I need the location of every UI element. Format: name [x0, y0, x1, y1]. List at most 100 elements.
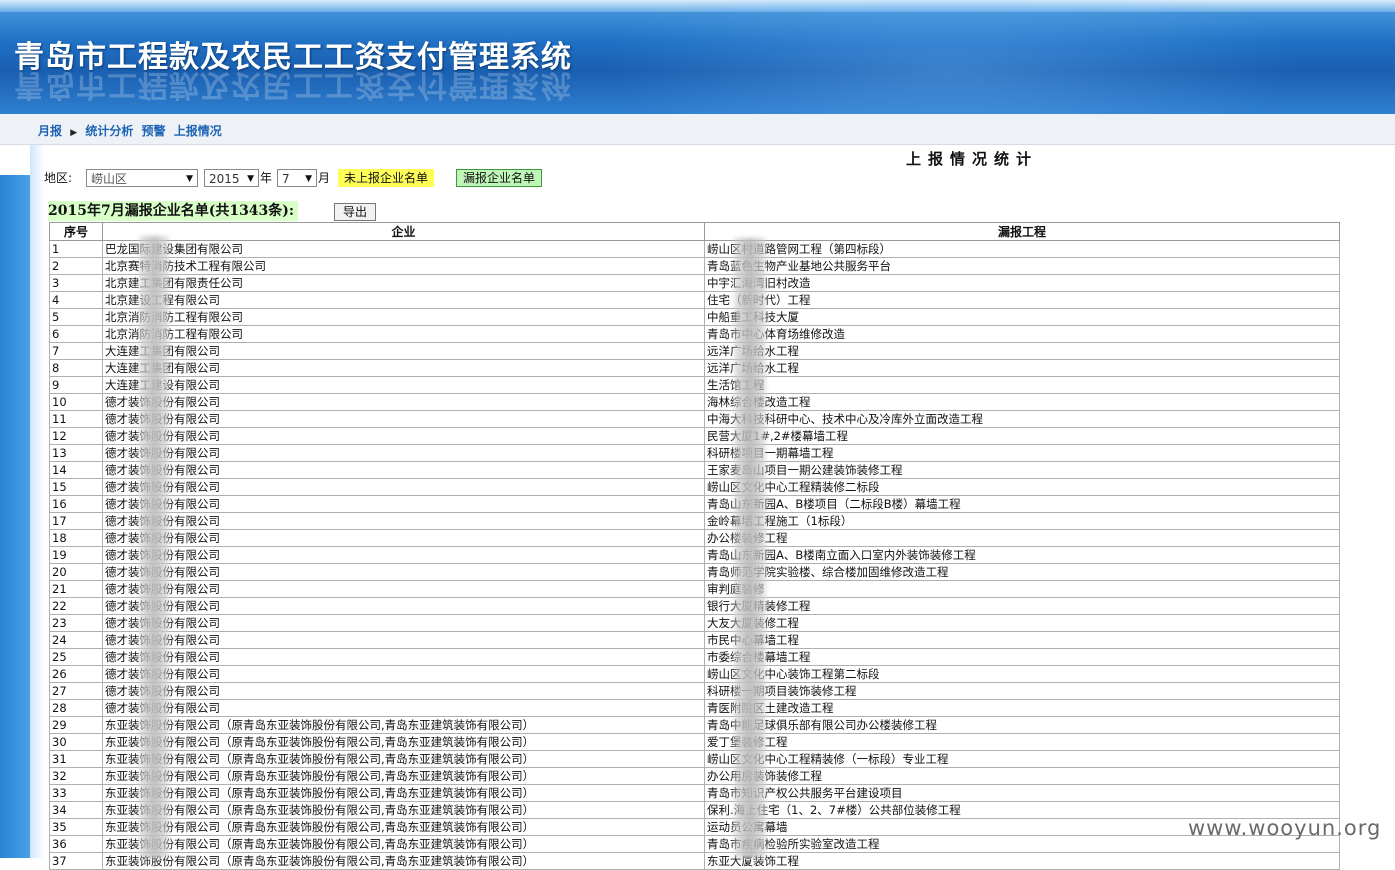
row-index: 37: [49, 852, 103, 870]
row-company: 北京建设工程有限公司: [102, 291, 705, 309]
missed-report-table: 序号 企业 漏报工程 1 巴龙国际建设集团有限公司 崂山区村道路管网工程（第四标段）…: [49, 222, 1340, 870]
row-index: 17: [49, 512, 103, 530]
table-row: 21德才装饰股份有限公司审判庭装修: [49, 580, 1340, 598]
table-row: 34 东亚装饰股份有限公司（原青岛东亚装饰股份有限公司,青岛东亚建筑装饰有限公司）…: [49, 801, 1340, 819]
table-row: 1 巴龙国际建设集团有限公司 崂山区村道路管网工程（第四标段）: [49, 240, 1340, 258]
table-row: 29 东亚装饰股份有限公司（原青岛东亚装饰股份有限公司,青岛东亚建筑装饰有限公司）…: [49, 716, 1340, 734]
row-index: 10: [49, 393, 103, 411]
row-company: 东亚装饰股份有限公司（原青岛东亚装饰股份有限公司,青岛东亚建筑装饰有限公司）: [102, 767, 705, 785]
region-select[interactable]: 崂山区 ▼: [86, 169, 198, 187]
missed-report-button[interactable]: 漏报企业名单: [456, 169, 543, 187]
nav-statistics[interactable]: 统计分析: [85, 124, 133, 138]
system-title: 青岛市工程款及农民工工资支付管理系统: [14, 40, 572, 75]
row-company: 北京建工集团有限责任公司: [102, 274, 705, 292]
row-project: 远洋广场给水工程: [704, 342, 1340, 360]
row-company: 德才装饰股份有限公司: [102, 648, 705, 666]
nav-warning[interactable]: 预警: [142, 124, 166, 138]
left-decoration-cap: [0, 145, 30, 175]
row-index: 25: [49, 648, 103, 666]
row-project: 青岛市中心体育场维修改造: [704, 325, 1340, 343]
row-company: 德才装饰股份有限公司: [102, 444, 705, 462]
row-index: 35: [49, 818, 103, 836]
row-company: 德才装饰股份有限公司: [102, 563, 705, 581]
table-row: 35 东亚装饰股份有限公司（原青岛东亚装饰股份有限公司,青岛东亚建筑装饰有限公司）…: [49, 818, 1340, 836]
row-project: 青岛师范学院实验楼、综合楼加固维修改造工程: [704, 563, 1340, 581]
row-company: 东亚装饰股份有限公司（原青岛东亚装饰股份有限公司,青岛东亚建筑装饰有限公司）: [102, 750, 705, 768]
table-row: 8大连建工集团有限公司远洋广场给水工程: [49, 359, 1340, 377]
table-body: 1 巴龙国际建设集团有限公司 崂山区村道路管网工程（第四标段） 2 北京赛特消防技术工程…: [49, 240, 1340, 870]
column-header-index: 序号: [49, 222, 103, 241]
row-company: 东亚装饰股份有限公司（原青岛东亚装饰股份有限公司,青岛东亚建筑装饰有限公司）: [102, 852, 705, 870]
table-row: 15德才装饰股份有限公司崂山区文化中心工程精装修二标段: [49, 478, 1340, 496]
row-index: 21: [49, 580, 103, 598]
row-project: 住宅（新时代）工程: [704, 291, 1340, 309]
table-header-row: 序号 企业 漏报工程: [49, 222, 1340, 241]
row-project: 青岛山东新园A、B楼项目（二标段B楼）幕墙工程: [704, 495, 1340, 513]
row-project: 中宇汇海湾旧村改造: [704, 274, 1340, 292]
row-index: 4: [49, 291, 103, 309]
table-row: 31 东亚装饰股份有限公司（原青岛东亚装饰股份有限公司,青岛东亚建筑装饰有限公司）…: [49, 750, 1340, 768]
row-index: 19: [49, 546, 103, 564]
table-row: 20德才装饰股份有限公司青岛师范学院实验楼、综合楼加固维修改造工程: [49, 563, 1340, 581]
table-row: 11德才装饰股份有限公司中海大科技科研中心、技术中心及冷库外立面改造工程: [49, 410, 1340, 428]
row-company: 北京赛特消防技术工程有限公司: [102, 257, 705, 275]
table-row: 26德才装饰股份有限公司崂山区文化中心装饰工程第二标段: [49, 665, 1340, 683]
watermark: www.wooyun.org: [1188, 816, 1382, 840]
page-title: 上报情况统计: [906, 150, 1039, 168]
region-label: 地区:: [44, 171, 73, 185]
table-row: 13德才装饰股份有限公司科研楼项目一期幕墙工程: [49, 444, 1340, 462]
row-project: 大友大厦装修工程: [704, 614, 1340, 632]
month-unit: 月: [318, 171, 331, 185]
region-select-value: 崂山区: [91, 172, 128, 186]
main-content: 上报情况统计 地区: 崂山区 ▼ 2015 ▼ 年 7 ▼ 月 未上报企业名单 …: [44, 145, 1395, 870]
list-title: 2015年7月漏报企业名单(共1343条):: [48, 201, 299, 221]
row-index: 15: [49, 478, 103, 496]
table-row: 6 北京消防消防工程有限公司 青岛市中心体育场维修改造: [49, 325, 1340, 343]
row-company: 东亚装饰股份有限公司（原青岛东亚装饰股份有限公司,青岛东亚建筑装饰有限公司）: [102, 784, 705, 802]
row-project: 科研楼一期项目装饰装修工程: [704, 682, 1340, 700]
nav-monthly-report[interactable]: 月报: [38, 124, 62, 138]
row-project: 办公用房装饰装修工程: [704, 767, 1340, 785]
not-reported-button[interactable]: 未上报企业名单: [338, 169, 435, 187]
export-button[interactable]: 导出: [334, 203, 376, 221]
nav-report-status[interactable]: 上报情况: [174, 124, 222, 138]
header-banner: 青岛市工程款及农民工工资支付管理系统 青岛市工程款及农民工工资支付管理系统: [0, 0, 1395, 114]
row-project: 生活馆工程: [704, 376, 1340, 394]
row-project: 银行大厦精装修工程: [704, 597, 1340, 615]
row-index: 36: [49, 835, 103, 853]
row-index: 3: [49, 274, 103, 292]
row-index: 32: [49, 767, 103, 785]
table-row: 7大连建工集团有限公司远洋广场给水工程: [49, 342, 1340, 360]
table-row: 14德才装饰股份有限公司王家麦岛山项目一期公建装饰装修工程: [49, 461, 1340, 479]
row-index: 2: [49, 257, 103, 275]
row-company: 巴龙国际建设集团有限公司: [102, 240, 705, 258]
row-company: 德才装饰股份有限公司: [102, 699, 705, 717]
row-index: 5: [49, 308, 103, 326]
year-select[interactable]: 2015 ▼: [204, 169, 259, 187]
row-index: 6: [49, 325, 103, 343]
row-index: 13: [49, 444, 103, 462]
row-index: 14: [49, 461, 103, 479]
row-company: 德才装饰股份有限公司: [102, 580, 705, 598]
row-index: 16: [49, 495, 103, 513]
year-select-value: 2015: [209, 172, 240, 186]
nav-arrow-icon: ▶: [70, 128, 78, 138]
row-project: 办公楼装修工程: [704, 529, 1340, 547]
row-company: 东亚装饰股份有限公司（原青岛东亚装饰股份有限公司,青岛东亚建筑装饰有限公司）: [102, 801, 705, 819]
row-project: 崂山区文化中心工程精装修（一标段）专业工程: [704, 750, 1340, 768]
row-company: 德才装饰股份有限公司: [102, 410, 705, 428]
row-company: 德才装饰股份有限公司: [102, 546, 705, 564]
row-company: 东亚装饰股份有限公司（原青岛东亚装饰股份有限公司,青岛东亚建筑装饰有限公司）: [102, 818, 705, 836]
row-company: 德才装饰股份有限公司: [102, 512, 705, 530]
row-index: 29: [49, 716, 103, 734]
row-project: 金岭幕墙工程施工（1标段）: [704, 512, 1340, 530]
row-project: 青医附院区土建改造工程: [704, 699, 1340, 717]
row-project: 青岛中能足球俱乐部有限公司办公楼装修工程: [704, 716, 1340, 734]
row-project: 东亚大厦装饰工程: [704, 852, 1340, 870]
month-select[interactable]: 7 ▼: [277, 169, 317, 187]
row-project: 审判庭装修: [704, 580, 1340, 598]
table-row: 18德才装饰股份有限公司办公楼装修工程: [49, 529, 1340, 547]
redaction-blur-company: [139, 236, 169, 858]
row-company: 东亚装饰股份有限公司（原青岛东亚装饰股份有限公司,青岛东亚建筑装饰有限公司）: [102, 733, 705, 751]
row-project: 远洋广场给水工程: [704, 359, 1340, 377]
